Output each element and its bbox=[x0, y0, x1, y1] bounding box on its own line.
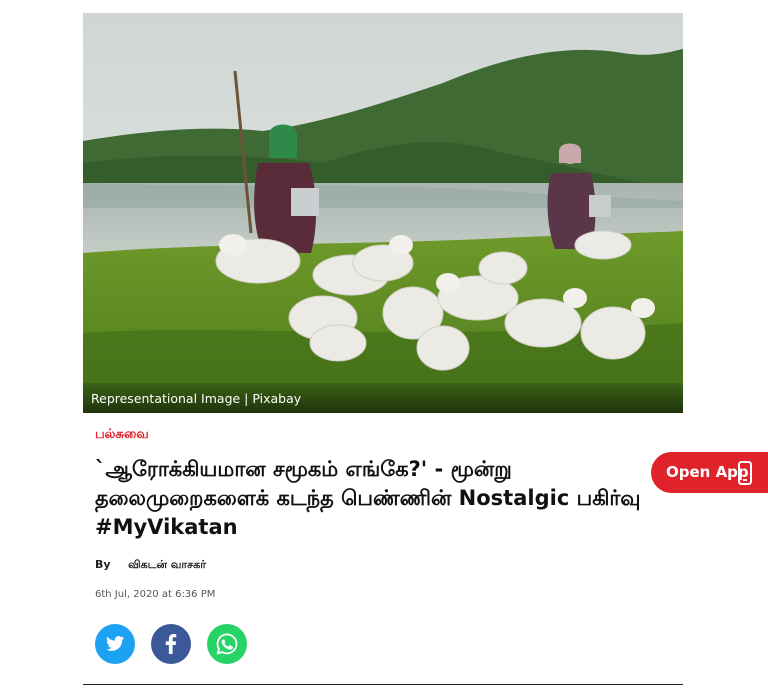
goats-photo bbox=[83, 13, 683, 413]
section-label[interactable]: பல்சுவை bbox=[95, 427, 149, 443]
twitter-icon bbox=[106, 636, 124, 651]
twitter-share-button[interactable] bbox=[95, 624, 135, 664]
facebook-icon bbox=[165, 634, 177, 654]
article-title: `ஆரோக்கியமான சமூகம் எங்கே?' - மூன்று தலை… bbox=[95, 457, 641, 539]
phone-icon bbox=[738, 461, 752, 485]
whatsapp-share-button[interactable] bbox=[207, 624, 247, 664]
author-name[interactable]: விகடன் வாசகர் bbox=[128, 558, 206, 571]
facebook-share-button[interactable] bbox=[151, 624, 191, 664]
open-app-button[interactable]: Open App bbox=[651, 452, 768, 493]
image-caption: Representational Image | Pixabay bbox=[91, 391, 302, 406]
divider bbox=[83, 684, 683, 685]
hero-image: Representational Image | Pixabay bbox=[83, 13, 683, 413]
byline: By விகடன் வாசகர் bbox=[95, 558, 206, 573]
publish-date: 6th Jul, 2020 at 6:36 PM bbox=[95, 589, 216, 600]
open-app-label: Open App bbox=[666, 463, 749, 481]
by-label: By bbox=[95, 558, 111, 571]
whatsapp-icon bbox=[216, 633, 238, 655]
